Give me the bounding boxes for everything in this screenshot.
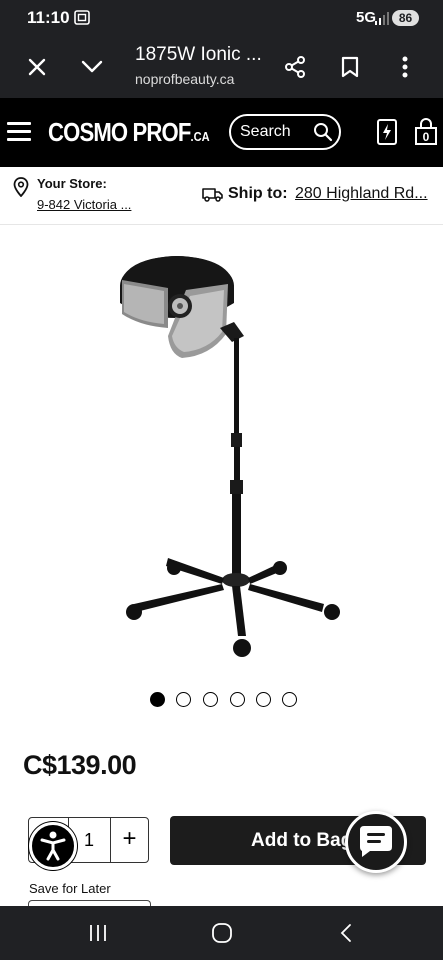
ship-to-link[interactable]: 280 Highland Rd... xyxy=(295,185,428,203)
search-input[interactable]: Search xyxy=(229,114,341,150)
system-nav-bar xyxy=(0,906,443,960)
product-image[interactable] xyxy=(110,248,350,668)
site-header: COSMO PROF.CA Search 0 xyxy=(0,98,443,167)
your-store-label: Your Store: xyxy=(37,176,107,191)
store-bar: Your Store: 9-842 Victoria ... Ship to: … xyxy=(0,167,443,225)
logo-suffix: .CA xyxy=(190,129,210,144)
share-icon[interactable] xyxy=(270,36,320,98)
quantity-increase-button[interactable]: + xyxy=(110,818,148,862)
accessibility-button[interactable] xyxy=(29,822,77,870)
recent-apps-icon[interactable] xyxy=(68,906,128,960)
back-icon[interactable] xyxy=(316,906,376,960)
chat-icon xyxy=(360,826,392,857)
carousel-dot[interactable] xyxy=(282,692,297,707)
network-label: 5G xyxy=(356,9,377,26)
menu-icon[interactable] xyxy=(7,122,31,142)
ship-to-label: Ship to: xyxy=(228,185,288,202)
accessibility-icon xyxy=(40,831,66,861)
screenshot-icon xyxy=(74,10,90,25)
page-title: 1875W Ionic ... xyxy=(135,44,262,65)
carousel-dot[interactable] xyxy=(176,692,191,707)
more-vert-icon[interactable] xyxy=(380,36,430,98)
carousel-dot[interactable] xyxy=(256,692,271,707)
location-pin-icon xyxy=(13,177,29,197)
logo-text: COSMO PROF xyxy=(48,117,191,147)
carousel-dot[interactable] xyxy=(230,692,245,707)
logo[interactable]: COSMO PROF.CA xyxy=(48,117,210,148)
carousel-dot[interactable] xyxy=(203,692,218,707)
product-price: C$139.00 xyxy=(23,750,137,780)
signal-icon xyxy=(375,12,389,25)
search-icon[interactable] xyxy=(313,122,333,142)
bookmark-icon[interactable] xyxy=(325,36,375,98)
add-to-bag-label: Add to Bag xyxy=(251,830,353,851)
truck-icon xyxy=(202,188,223,202)
bag-count: 0 xyxy=(422,130,430,144)
search-placeholder: Search xyxy=(240,123,291,140)
battery-icon: 86 xyxy=(392,10,419,26)
bag-icon[interactable]: 0 xyxy=(413,118,439,146)
save-for-later-link[interactable]: Save for Later xyxy=(29,881,111,896)
home-icon[interactable] xyxy=(192,906,252,960)
chevron-down-icon[interactable] xyxy=(67,36,117,98)
chat-button[interactable] xyxy=(345,811,407,873)
carousel-dot[interactable] xyxy=(150,692,165,707)
browser-toolbar: 1875W Ionic ... noprofbeauty.ca xyxy=(0,36,443,98)
page-url[interactable]: noprofbeauty.ca xyxy=(135,71,234,87)
status-time: 11:10 xyxy=(27,8,70,27)
status-bar: 11:10 5G 86 xyxy=(0,0,443,36)
close-icon[interactable] xyxy=(12,36,62,98)
quick-order-icon[interactable] xyxy=(374,118,400,146)
image-carousel-dots xyxy=(150,692,300,710)
your-store-link[interactable]: 9-842 Victoria ... xyxy=(37,197,131,212)
